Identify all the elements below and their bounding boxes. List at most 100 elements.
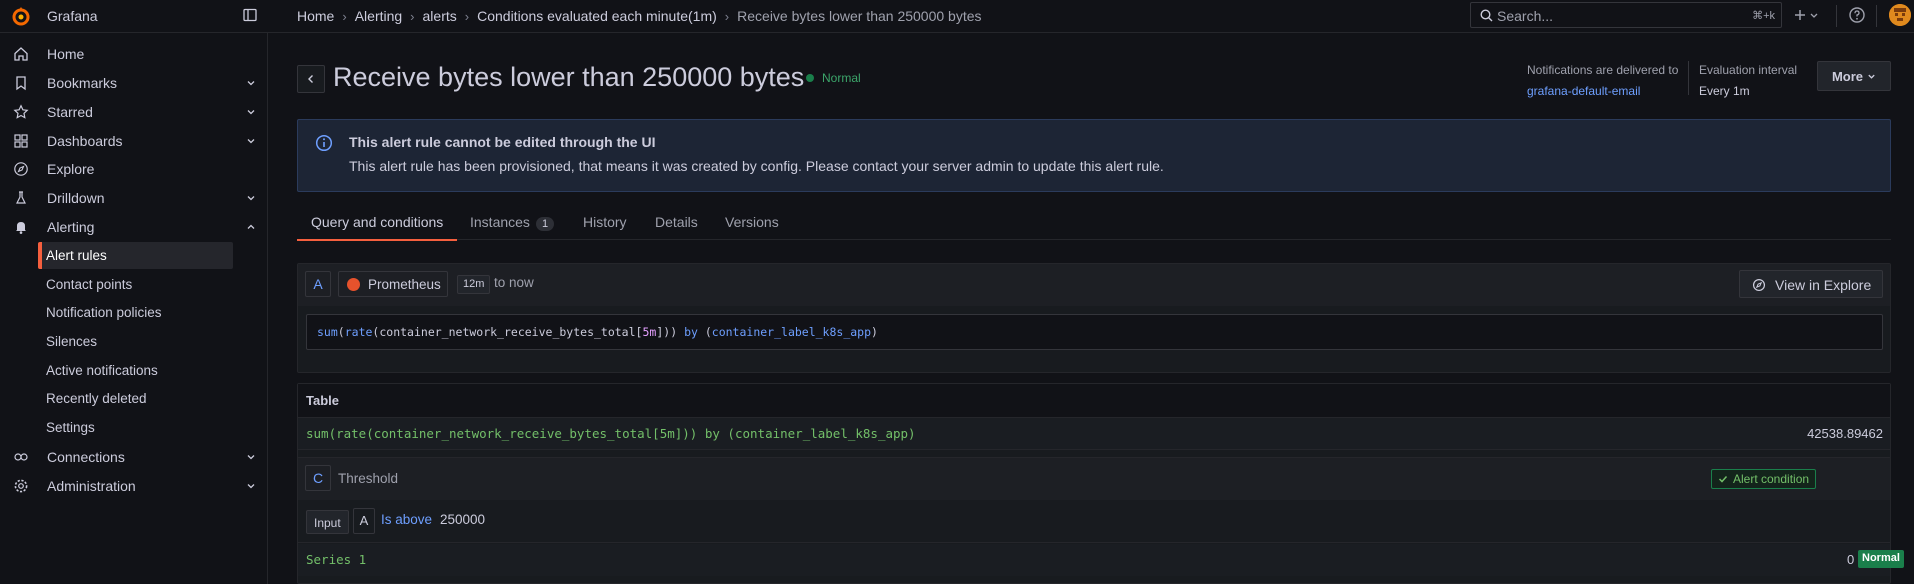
bell-icon <box>13 219 29 235</box>
sidebar-item-alerting[interactable]: Alerting <box>0 213 268 241</box>
sidebar-subitem-label: Settings <box>46 420 95 435</box>
query-token: rate <box>344 325 373 339</box>
series-value: 0 <box>1847 552 1855 567</box>
series-value: 42538.89462 <box>1807 426 1883 441</box>
expression-type-label: Threshold <box>338 471 399 486</box>
prometheus-icon <box>347 278 360 291</box>
breadcrumb-alerting[interactable]: Alerting <box>355 8 402 24</box>
query-panel: A Prometheus 12m to now View in Explore … <box>297 263 1891 373</box>
chevron-down-icon[interactable] <box>246 193 256 203</box>
threshold-definition: Input A Is above 250000 <box>298 500 1890 543</box>
top-bar: Grafana Home › Alerting › alerts › Condi… <box>0 0 1914 33</box>
query-token: container_network_receive_bytes_total <box>379 325 636 339</box>
chevron-down-icon[interactable] <box>246 481 256 491</box>
info-icon <box>315 134 333 152</box>
eval-value: Every 1m <box>1699 84 1750 98</box>
tab-versions[interactable]: Versions <box>725 208 779 240</box>
more-label: More <box>1831 68 1864 84</box>
query-token: )) <box>663 325 685 339</box>
view-in-explore-button[interactable]: View in Explore <box>1739 270 1883 298</box>
sidebar-item-label: Dashboards <box>47 133 123 149</box>
compass-icon <box>1752 278 1766 292</box>
check-icon <box>1718 475 1728 483</box>
expression-ref-id: C <box>305 465 331 491</box>
brand-label: Grafana <box>47 8 98 24</box>
sidebar-item-explore[interactable]: Explore <box>0 155 268 183</box>
sidebar-item-connections[interactable]: Connections <box>0 443 268 471</box>
input-label: Input <box>306 510 349 534</box>
search-icon <box>1480 9 1493 22</box>
input-ref: A <box>353 508 375 534</box>
sidebar-subitem-active-notifications[interactable]: Active notifications <box>38 357 233 384</box>
breadcrumb-current: Receive bytes lower than 250000 bytes <box>737 8 982 24</box>
help-icon[interactable] <box>1848 6 1866 24</box>
notification-destination: Notifications are delivered to grafana-d… <box>1527 63 1678 98</box>
grafana-logo-icon[interactable] <box>11 6 31 26</box>
contact-point-link[interactable]: grafana-default-email <box>1527 84 1678 98</box>
sidebar-item-dashboards[interactable]: Dashboards <box>0 127 268 155</box>
new-menu-button[interactable] <box>1793 6 1823 26</box>
query-header: A Prometheus 12m to now View in Explore <box>298 264 1890 306</box>
alert-title: This alert rule cannot be edited through… <box>349 134 656 150</box>
table-title: Table <box>306 393 339 408</box>
divider <box>1876 5 1877 27</box>
sidebar-item-label: Connections <box>47 449 125 465</box>
sidebar-item-label: Drilldown <box>47 190 105 206</box>
chevron-down-icon <box>1868 74 1875 79</box>
tab-history[interactable]: History <box>583 208 627 240</box>
state-label: Normal <box>822 71 861 85</box>
sidebar-subitem-silences[interactable]: Silences <box>38 328 233 355</box>
star-icon <box>13 104 29 120</box>
dock-menu-icon[interactable] <box>242 7 258 23</box>
avatar[interactable] <box>1889 4 1911 26</box>
chevron-down-icon[interactable] <box>246 78 256 88</box>
state-badge: Normal <box>806 71 861 85</box>
sidebar-item-label: Alerting <box>47 219 95 235</box>
sidebar-subitem-recently-deleted[interactable]: Recently deleted <box>38 385 233 412</box>
threshold-panel: C Threshold Alert condition Input A Is a… <box>297 457 1904 584</box>
sidebar-subitem-contact-points[interactable]: Contact points <box>38 271 233 298</box>
chevron-down-icon[interactable] <box>246 452 256 462</box>
query-token: 5m <box>642 325 657 339</box>
time-range-suffix: to now <box>494 275 534 290</box>
time-range-badge[interactable]: 12m <box>457 275 491 294</box>
sidebar-subitem-notification-policies[interactable]: Notification policies <box>38 299 233 326</box>
sidebar-item-administration[interactable]: Administration <box>0 472 268 500</box>
chevron-right-icon: › <box>410 8 415 24</box>
sidebar-subitem-alert-rules[interactable]: Alert rules <box>38 242 233 269</box>
query-token: container_label_k8s_app <box>711 325 872 339</box>
tab-instances[interactable]: Instances 1 <box>470 208 555 240</box>
tab-details[interactable]: Details <box>655 208 698 240</box>
status-dot-icon <box>806 74 814 82</box>
query-token: ( <box>337 325 345 339</box>
sidebar-item-drilldown[interactable]: Drilldown <box>0 184 268 212</box>
query-expression[interactable]: sum(rate(container_network_receive_bytes… <box>306 314 1883 350</box>
query-token: sum <box>317 325 338 339</box>
notif-label: Notifications are delivered to <box>1527 63 1679 77</box>
breadcrumb-group[interactable]: Conditions evaluated each minute(1m) <box>477 8 717 24</box>
tab-bar: Query and conditions Instances 1 History … <box>297 208 1891 241</box>
more-button[interactable]: More <box>1817 61 1891 91</box>
breadcrumb-alerts[interactable]: alerts <box>423 8 457 24</box>
search-input[interactable]: Search... ⌘+k <box>1470 2 1782 28</box>
sidebar-item-starred[interactable]: Starred <box>0 98 268 126</box>
back-button[interactable] <box>297 65 325 93</box>
bookmark-icon <box>13 75 29 91</box>
sidebar-item-bookmarks[interactable]: Bookmarks <box>0 69 268 97</box>
alert-condition-label: Alert condition <box>1733 472 1810 486</box>
plug-icon <box>13 449 29 465</box>
chevron-down-icon[interactable] <box>246 136 256 146</box>
page-title: Receive bytes lower than 250000 bytes <box>333 62 805 92</box>
sidebar-item-home[interactable]: Home <box>0 40 268 68</box>
sidebar-subitem-settings[interactable]: Settings <box>38 414 233 441</box>
chevron-down-icon[interactable] <box>246 107 256 117</box>
datasource-picker[interactable]: Prometheus <box>338 271 448 297</box>
breadcrumb-home[interactable]: Home <box>297 8 334 24</box>
chevron-right-icon: › <box>464 8 470 24</box>
tab-query-and-conditions[interactable]: Query and conditions <box>297 208 457 241</box>
threshold-header: C Threshold Alert condition <box>298 458 1890 500</box>
sidebar-subitem-label: Notification policies <box>46 305 162 320</box>
chevron-up-icon[interactable] <box>246 222 256 232</box>
sidebar-subitem-label: Recently deleted <box>46 391 147 406</box>
table-row: Series 1 0 Normal <box>298 544 1904 576</box>
